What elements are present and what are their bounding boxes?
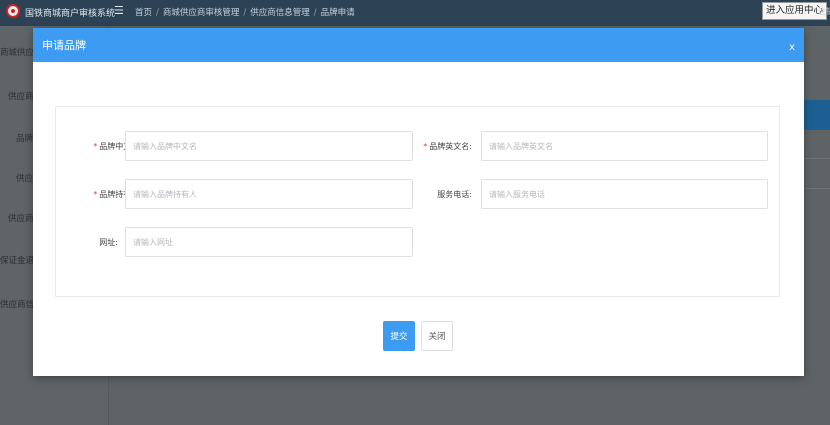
brand-cn-name-input[interactable] xyxy=(125,131,413,161)
close-button[interactable]: 关闭 xyxy=(421,321,453,351)
required-mark: * xyxy=(93,190,98,199)
modal-header: 申请品牌 x xyxy=(33,28,804,62)
app-title: 国铁商城商户审核系统 xyxy=(25,9,116,19)
close-icon[interactable]: x xyxy=(789,42,795,53)
brand-owner-input[interactable] xyxy=(125,179,413,209)
modal-title: 申请品牌 xyxy=(42,39,86,52)
service-phone-input[interactable] xyxy=(481,179,768,209)
apply-brand-modal: 申请品牌 x *品牌中文名: *品牌英文名: *品牌持有人: 服务电话: 网址:… xyxy=(33,28,804,376)
breadcrumb-audit[interactable]: 商城供应商审核管理 xyxy=(163,8,240,18)
breadcrumb-brand-apply: 品牌申请 xyxy=(320,8,355,18)
divider xyxy=(803,188,830,189)
menu-toggle-icon[interactable]: ☰ xyxy=(114,4,124,17)
logo-icon xyxy=(6,4,20,18)
top-bar: 国铁商城商户审核系统 ☰ 首页 / 商城供应商审核管理 / 供应商信息管理 / 品牌申请 进… xyxy=(0,0,830,26)
service-phone-label: 服务电话: xyxy=(437,190,472,199)
brand-en-name-label: * 品牌英文名: xyxy=(423,142,472,151)
brand-en-name-input[interactable] xyxy=(481,131,768,161)
sidebar-item-supply[interactable]: 供应 xyxy=(16,172,33,184)
selected-row-highlight xyxy=(803,100,830,130)
breadcrumb-home[interactable]: 首页 xyxy=(135,8,152,18)
website-input[interactable] xyxy=(125,227,413,257)
submit-button[interactable]: 提交 xyxy=(383,321,415,351)
required-mark: * xyxy=(423,142,428,151)
breadcrumb: 首页 / 商城供应商审核管理 / 供应商信息管理 / 品牌申请 xyxy=(135,8,355,18)
divider xyxy=(803,158,830,159)
brand-form: *品牌中文名: *品牌英文名: *品牌持有人: 服务电话: 网址: xyxy=(55,106,780,297)
required-mark: * xyxy=(93,142,98,151)
logout-link[interactable]: 注销 xyxy=(818,6,830,17)
website-label: 网址: xyxy=(99,238,118,247)
breadcrumb-supplier-info[interactable]: 供应商信息管理 xyxy=(250,8,310,18)
